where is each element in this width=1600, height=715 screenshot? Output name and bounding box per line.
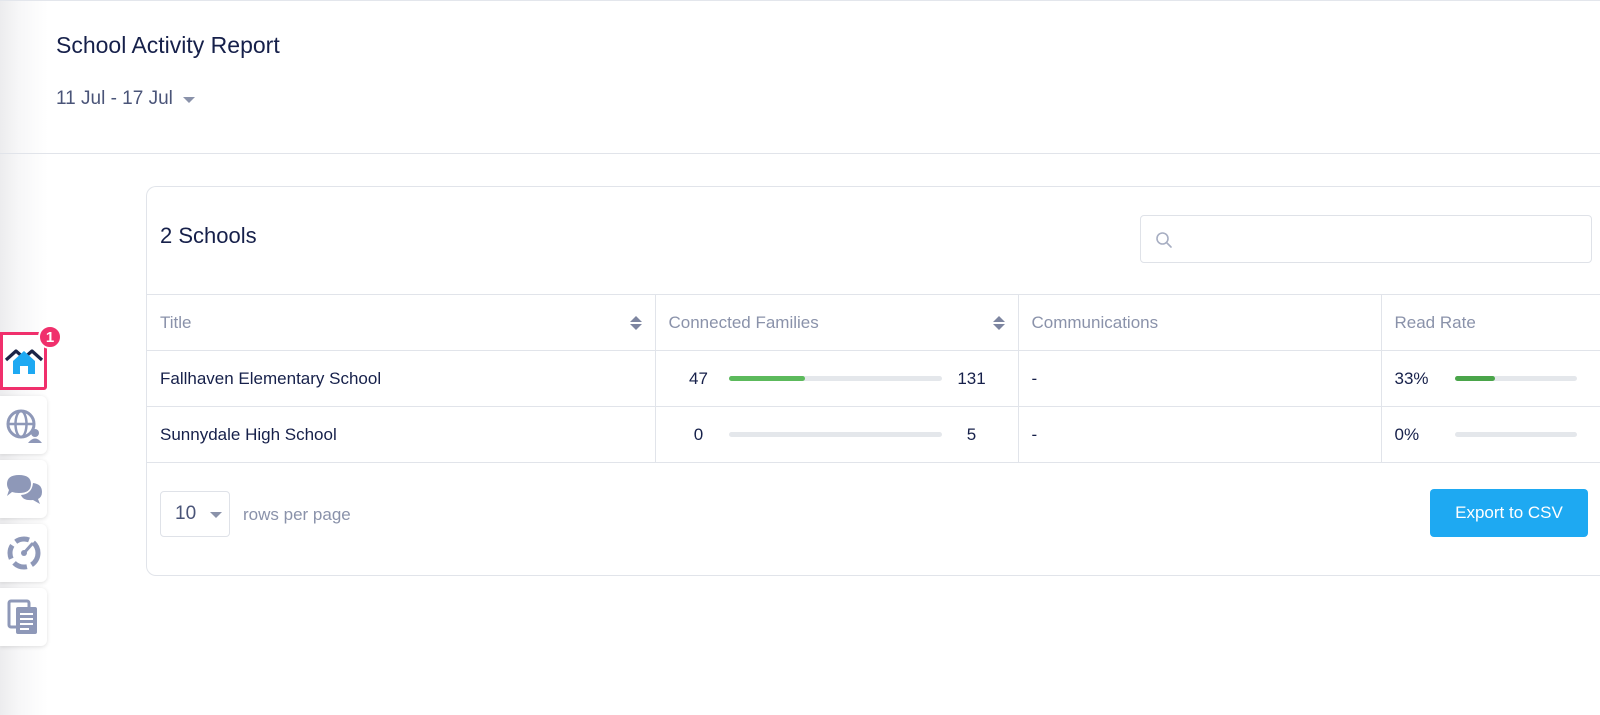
documents-icon [7,599,37,634]
schools-table: Title Connected Families Communications … [147,294,1600,463]
column-header-read-rate: Read Rate [1381,294,1600,351]
read-rate-bar [1454,376,1577,381]
globe-user-icon [6,409,42,443]
families-total: 5 [966,424,977,444]
families-connected: 0 [693,424,704,444]
rows-per-page-select[interactable]: 10 [160,491,230,537]
read-rate-cell: 33% [1381,350,1600,407]
export-csv-button[interactable]: Export to CSV [1430,489,1588,537]
read-rate-bar [1454,432,1577,437]
families-progress-bar [728,432,942,437]
page-header: School Activity Report 11 Jul - 17 Jul [0,0,1600,154]
school-title[interactable]: Fallhaven Elementary School [147,350,656,407]
chevron-down-icon [182,97,195,103]
table-row[interactable]: Sunnydale High School 0 5 - 0% [147,406,1600,463]
search-icon [1156,232,1172,248]
connected-families-cell: 0 5 [655,406,1019,463]
schools-card: 2 Schools Title Connected Families Commu… [146,186,1600,576]
search-input[interactable] [1181,222,1581,256]
chat-bubbles-icon [6,475,42,504]
sidebar-item-analytics[interactable] [0,524,47,582]
sort-icon[interactable] [629,315,642,330]
gauge-icon [7,536,40,570]
families-progress-bar [728,376,942,381]
notification-badge: 1 [38,325,62,349]
sidebar-item-community[interactable] [0,396,47,454]
connected-families-cell: 47 131 [655,350,1019,407]
table-header-row: Title Connected Families Communications … [147,294,1600,351]
column-header-label: Title [160,312,192,332]
families-total: 131 [957,368,986,388]
home-icon [4,349,43,374]
read-rate-cell: 0% [1381,406,1600,463]
search-box[interactable] [1140,215,1592,263]
table-row[interactable]: Fallhaven Elementary School 47 131 - 33% [147,350,1600,407]
sidebar-item-reports[interactable] [0,588,47,646]
rows-per-page-label: rows per page [243,505,351,524]
column-header-title[interactable]: Title [147,294,656,351]
page-title: School Activity Report [56,32,280,58]
date-range-dropdown[interactable]: 11 Jul - 17 Jul [56,88,195,110]
column-header-label: Connected Families [668,312,819,332]
sort-icon[interactable] [992,315,1005,330]
read-rate-value: 33% [1394,368,1429,388]
communications-cell: - [1018,406,1382,463]
school-title[interactable]: Sunnydale High School [147,406,656,463]
sidebar-item-messages[interactable] [0,460,47,518]
date-range-label: 11 Jul - 17 Jul [56,88,173,109]
card-title: 2 Schools [160,223,257,248]
column-header-label: Communications [1031,312,1159,332]
families-progress-fill [728,376,806,381]
chevron-down-icon [210,512,223,518]
communications-cell: - [1018,350,1382,407]
read-rate-fill [1454,376,1495,381]
rows-per-page-value: 10 [175,503,197,524]
column-header-label: Read Rate [1394,312,1476,332]
families-connected: 47 [689,368,708,388]
column-header-connected-families[interactable]: Connected Families [655,294,1019,351]
read-rate-value: 0% [1394,424,1420,444]
column-header-communications: Communications [1018,294,1382,351]
